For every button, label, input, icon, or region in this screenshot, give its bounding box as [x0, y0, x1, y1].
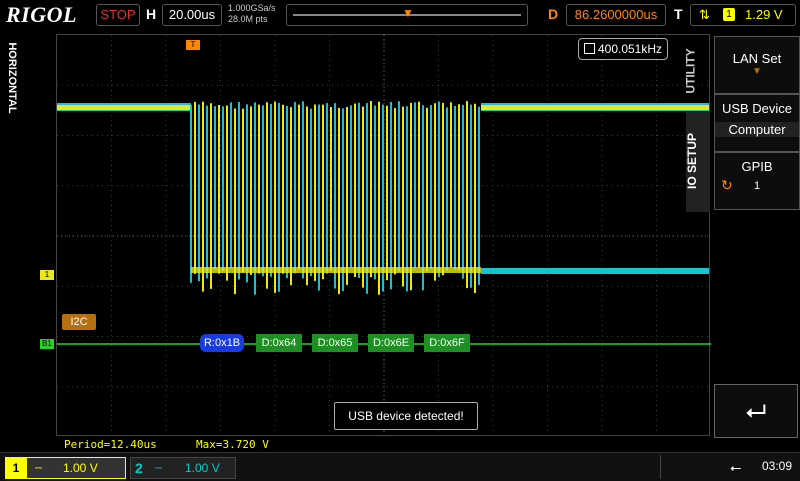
usb-message-toast: USB device detected!	[334, 402, 478, 430]
return-arrow-icon: ⮠	[745, 396, 767, 426]
usb-device-value: Computer	[715, 122, 799, 137]
ch2-scale: 1.00 V	[185, 461, 220, 475]
trigger-label: T	[674, 6, 683, 22]
gpib-button[interactable]: GPIB ↻ 1	[714, 152, 800, 210]
trigger-info[interactable]: ⇅ 1 1.29 V	[690, 4, 796, 26]
lan-set-label: LAN Set	[732, 51, 782, 66]
ch2-trace	[481, 268, 709, 274]
trigger-level: 1.29 V	[745, 7, 783, 22]
memory-position-track[interactable]: ▼	[286, 4, 528, 26]
frequency-counter: 400.051kHz	[578, 38, 668, 60]
sample-rate: 1.000GSa/s	[228, 3, 276, 13]
ch2-status[interactable]: 2 ⎓ 1.00 V	[130, 457, 236, 479]
max-measurement: Max=3.720 V	[196, 438, 269, 451]
packet-data: D:0x6E	[368, 334, 414, 352]
packet-data: D:0x6F	[424, 334, 470, 352]
memory-depth: 28.0M pts	[228, 14, 268, 24]
packet-data: D:0x64	[256, 334, 302, 352]
dc-coupling-icon: ⎓	[155, 463, 163, 473]
rising-edge-icon: ⇅	[699, 7, 710, 22]
sample-info: 1.000GSa/s 28.0M pts	[228, 3, 276, 25]
io-setup-tab[interactable]: IO SETUP	[685, 112, 710, 212]
packet-read: R:0x1B	[200, 334, 244, 352]
ch1-scale: 1.00 V	[63, 461, 98, 475]
side-menu: LAN Set ▼ USB Device Computer GPIB ↻ 1	[712, 34, 800, 440]
horizontal-tab[interactable]: HORIZONTAL	[0, 32, 24, 442]
frequency-value: 400.051kHz	[597, 42, 663, 56]
gpib-label: GPIB	[741, 159, 773, 174]
horizontal-tab-label: HORIZONTAL	[6, 42, 18, 114]
ch1-trace	[191, 267, 481, 273]
delay-value[interactable]: 86.2600000us	[566, 4, 666, 26]
top-status-bar: RIGOL STOP H 20.00us 1.000GSa/s 28.0M pt…	[0, 0, 800, 30]
usb-icon: ⭠	[730, 459, 742, 475]
rotate-knob-icon: ↻	[721, 177, 733, 193]
lan-set-button[interactable]: LAN Set ▼	[714, 36, 800, 94]
ch2-number: 2	[135, 460, 143, 476]
usb-device-button[interactable]: USB Device Computer	[714, 94, 800, 152]
ch1-number: 1	[5, 457, 27, 479]
return-button[interactable]: ⮠	[714, 384, 798, 438]
timebase-value[interactable]: 20.00us	[162, 4, 222, 26]
horizontal-label: H	[146, 6, 157, 22]
clock: 03:09	[762, 459, 793, 473]
trigger-position-icon: ▼	[402, 6, 414, 20]
packet-data: D:0x65	[312, 334, 358, 352]
ch1-status[interactable]: 1 ⎓ 1.00 V	[5, 457, 126, 479]
decoder-label: I2C	[62, 314, 96, 330]
bottom-status-bar: 1 ⎓ 1.00 V 2 ⎓ 1.00 V ⭠ 03:09	[0, 452, 800, 481]
io-setup-tab-label: IO SETUP	[685, 132, 700, 190]
period-measurement: Period=12.40us	[64, 438, 157, 451]
ch1-trace	[57, 105, 191, 110]
bus-marker[interactable]: B1	[40, 339, 54, 349]
waveform-grid[interactable]	[56, 34, 711, 437]
run-stop-indicator[interactable]: STOP	[96, 4, 140, 26]
ch1-trace	[481, 105, 709, 110]
utility-tab-label: UTILITY	[683, 48, 698, 94]
utility-tab[interactable]: UTILITY	[683, 38, 710, 108]
trigger-time-marker: T	[186, 40, 200, 50]
trigger-source-chip: 1	[723, 8, 735, 21]
delay-label: D	[548, 6, 559, 22]
dc-coupling-icon: ⎓	[35, 463, 43, 473]
bottom-divider	[660, 455, 721, 479]
waveform-display	[57, 35, 711, 437]
submenu-arrow-icon: ▼	[752, 66, 762, 77]
brand-logo: RIGOL	[6, 2, 77, 27]
usb-device-label: USB Device	[721, 101, 793, 116]
counter-icon	[583, 43, 595, 54]
ch1-ground-marker[interactable]: 1	[40, 270, 54, 280]
